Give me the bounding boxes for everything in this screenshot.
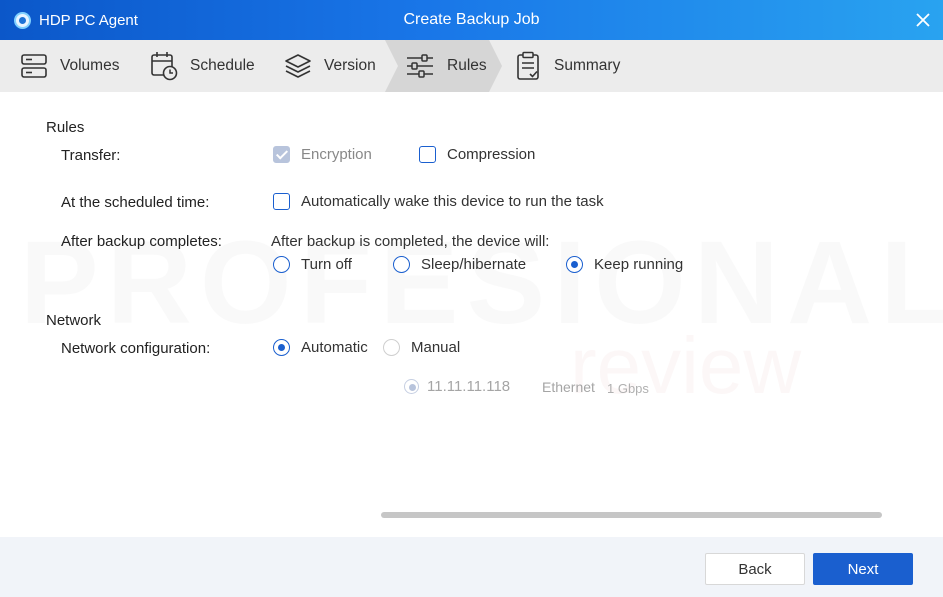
step-summary[interactable]: Summary: [516, 40, 620, 92]
step-label: Rules: [447, 57, 487, 74]
keep-running-label: Keep running: [594, 256, 684, 273]
horizontal-scrollbar[interactable]: [381, 512, 882, 518]
server-icon: [21, 54, 47, 78]
step-label: Version: [324, 57, 376, 74]
network-interface-radio: 11.11.11.118: [404, 378, 510, 395]
layers-icon: [285, 54, 311, 78]
manual-label: Manual: [411, 339, 461, 356]
encryption-checkbox: Encryption: [273, 146, 372, 163]
title-bar: HDP PC Agent Create Backup Job: [0, 0, 943, 40]
step-version[interactable]: Version: [284, 40, 376, 92]
radio-circle[interactable]: [383, 339, 400, 356]
step-schedule[interactable]: Schedule: [150, 40, 255, 92]
interface-speed: 1 Gbps: [607, 381, 649, 396]
after-backup-description: After backup is completed, the device wi…: [271, 233, 550, 250]
radio-circle[interactable]: [393, 256, 410, 273]
scheduled-time-label: At the scheduled time:: [61, 194, 210, 211]
close-icon: [916, 13, 930, 27]
rules-section-title: Rules: [46, 119, 85, 136]
interface-ip: 11.11.11.118: [427, 378, 511, 395]
checkbox-box: [273, 146, 290, 163]
back-button[interactable]: Back: [705, 553, 805, 585]
checkbox-box[interactable]: [273, 193, 290, 210]
encryption-label: Encryption: [301, 146, 372, 163]
step-label: Schedule: [190, 57, 255, 74]
turn-off-radio[interactable]: Turn off: [273, 256, 352, 273]
checkbox-box[interactable]: [419, 146, 436, 163]
step-rules[interactable]: Rules: [405, 40, 487, 92]
network-section-title: Network: [46, 312, 102, 329]
interface-name: Ethernet: [542, 379, 595, 395]
step-label: Summary: [554, 57, 621, 74]
after-backup-label: After backup completes:: [61, 233, 222, 250]
sleep-hibernate-radio[interactable]: Sleep/hibernate: [393, 256, 526, 273]
wake-device-label: Automatically wake this device to run th…: [301, 193, 604, 210]
radio-circle[interactable]: [566, 256, 583, 273]
keep-running-radio[interactable]: Keep running: [566, 256, 683, 273]
step-volumes[interactable]: Volumes: [20, 40, 119, 92]
radio-circle[interactable]: [273, 256, 290, 273]
clipboard-check-icon: [517, 51, 539, 80]
step-label: Volumes: [60, 57, 120, 74]
manual-radio[interactable]: Manual: [383, 339, 460, 356]
compression-label: Compression: [447, 146, 536, 163]
radio-circle[interactable]: [273, 339, 290, 356]
close-button[interactable]: [911, 8, 935, 32]
automatic-radio[interactable]: Automatic: [273, 339, 368, 356]
automatic-label: Automatic: [301, 339, 368, 356]
sleep-hibernate-label: Sleep/hibernate: [421, 256, 527, 273]
next-button[interactable]: Next: [813, 553, 913, 585]
window-title: Create Backup Job: [403, 11, 540, 28]
network-config-label: Network configuration:: [61, 340, 211, 357]
transfer-label: Transfer:: [61, 147, 121, 164]
sliders-icon: [407, 54, 433, 78]
radio-circle: [404, 379, 419, 394]
wake-device-checkbox[interactable]: Automatically wake this device to run th…: [273, 193, 604, 210]
calendar-clock-icon: [151, 52, 178, 81]
watermark-review: review: [570, 320, 801, 412]
turn-off-label: Turn off: [301, 256, 352, 273]
compression-checkbox[interactable]: Compression: [419, 146, 535, 163]
